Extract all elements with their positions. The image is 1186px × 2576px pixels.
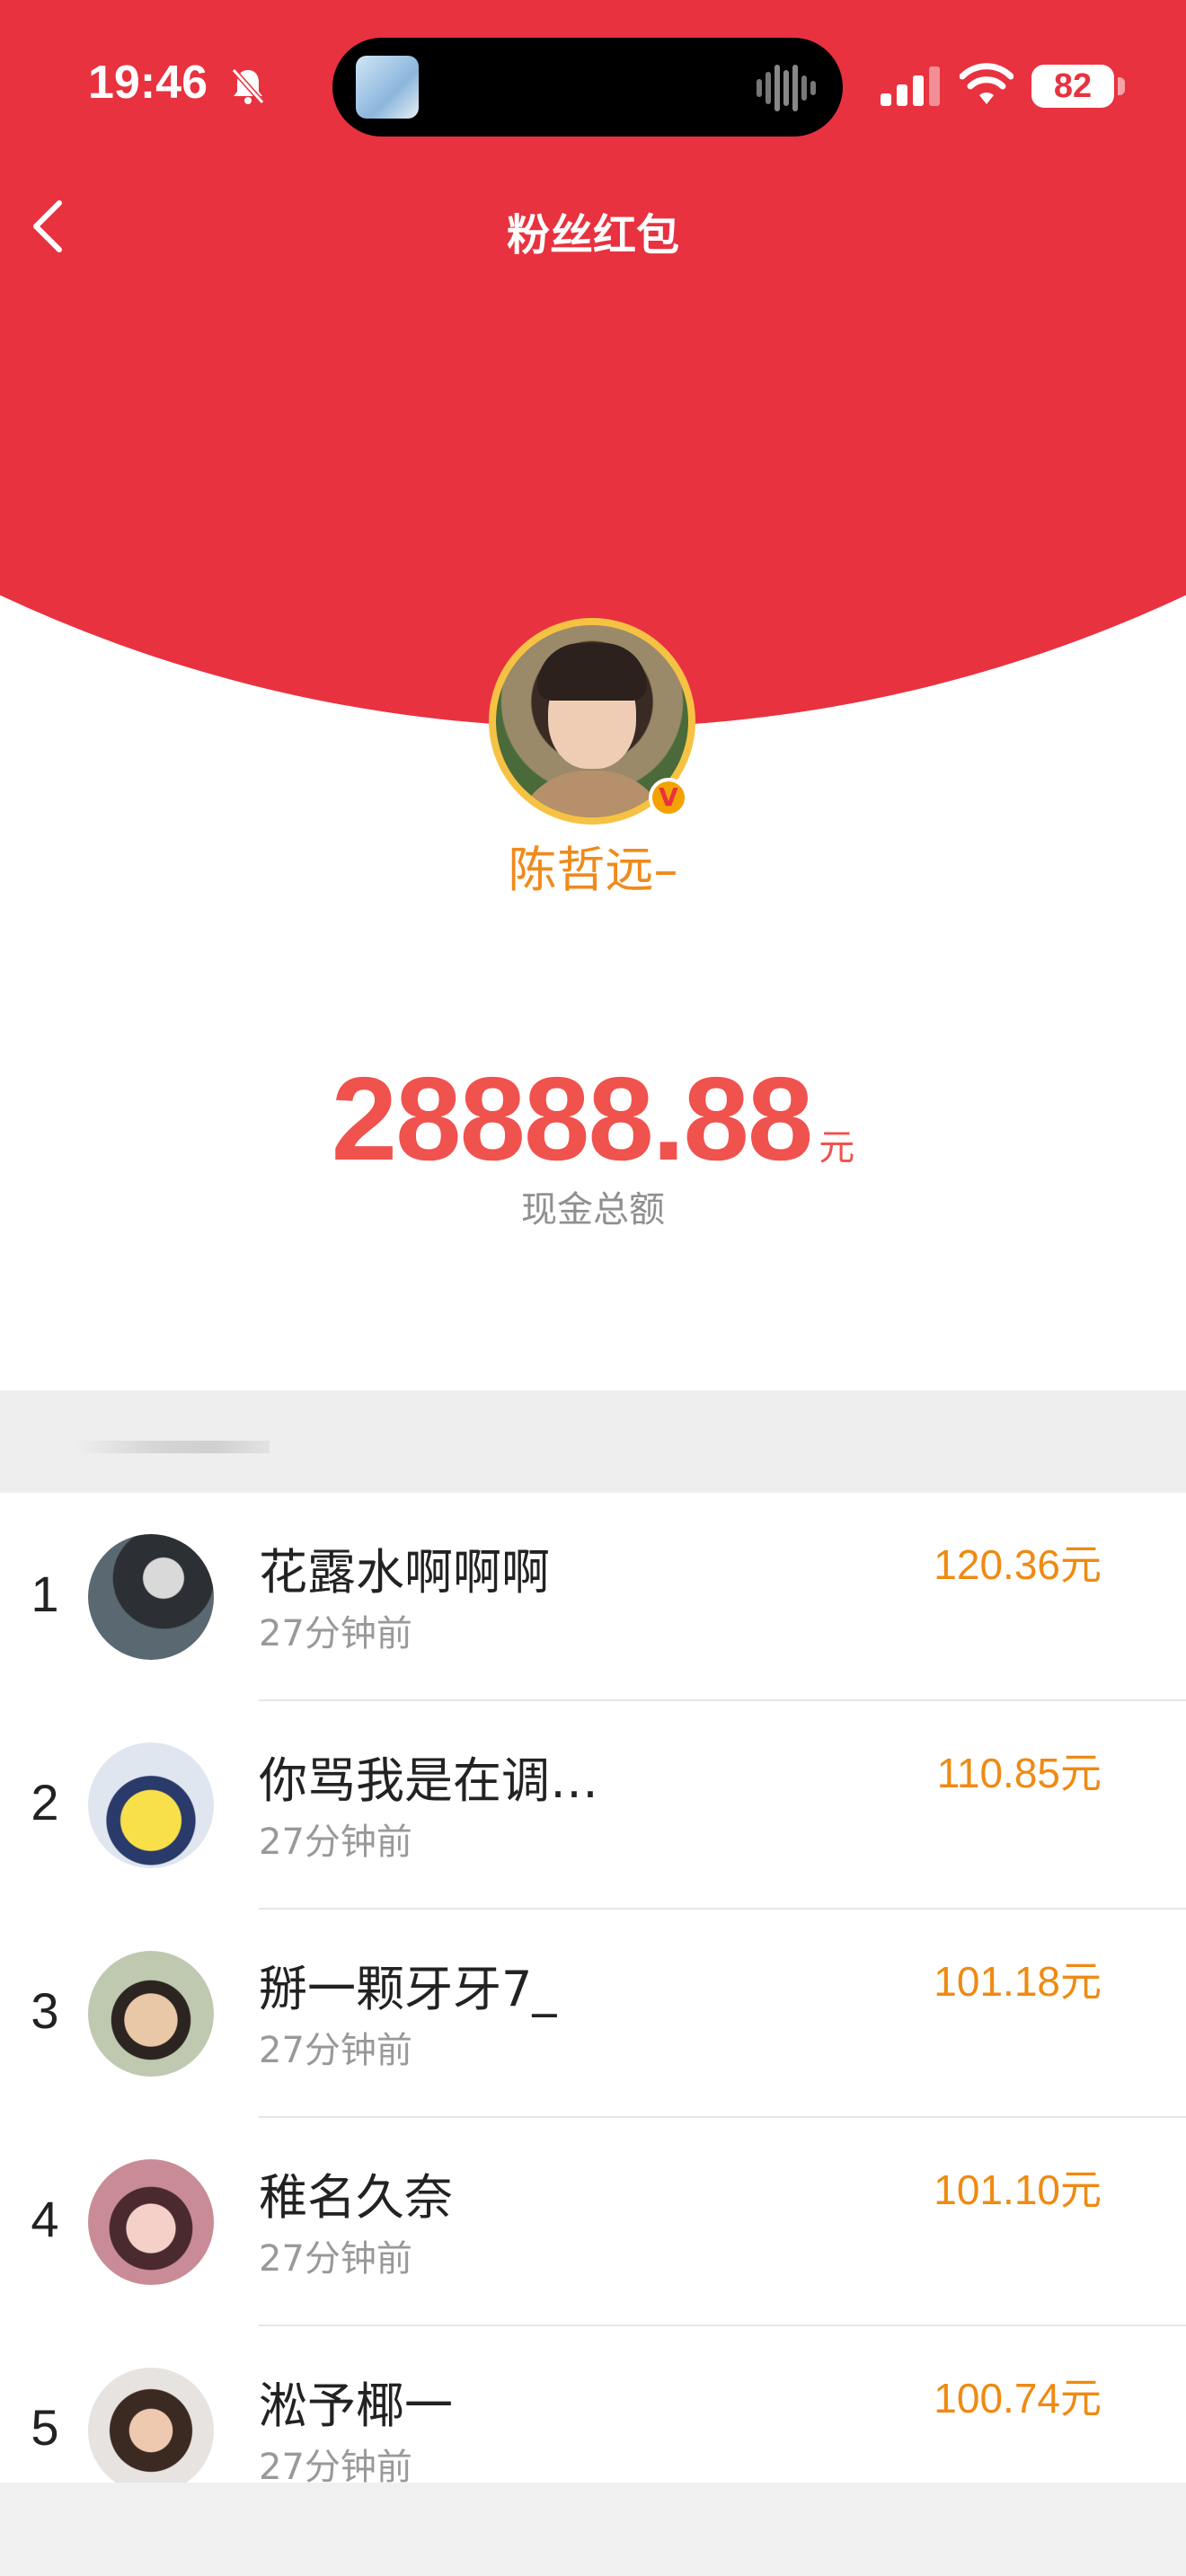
- avatar-shirt: [514, 771, 670, 817]
- user-name: 花露水啊啊啊: [259, 1544, 550, 1601]
- user-avatar[interactable]: [88, 1742, 214, 1868]
- claim-time: 27分钟前: [259, 1822, 412, 1863]
- user-name: 稚名久奈: [259, 2169, 453, 2226]
- blurred-section-header: [75, 1441, 270, 1453]
- cellular-signal-icon: [881, 66, 940, 106]
- page-title: 粉丝红包: [506, 210, 679, 260]
- total-amount-unit: 元: [819, 1127, 855, 1169]
- dynamic-island: [332, 38, 843, 137]
- battery-tip: [1118, 77, 1125, 95]
- battery-indicator: 82: [1031, 65, 1114, 108]
- list-item[interactable]: 1 花露水啊啊啊 27分钟前 120.36元: [0, 1493, 1186, 1701]
- claim-time: 27分钟前: [259, 2238, 412, 2280]
- claim-amount: 100.74元: [934, 2375, 1102, 2422]
- rank-number: 1: [31, 1566, 59, 1622]
- list-item[interactable]: 4 稚名久奈 27分钟前 101.10元: [0, 2118, 1186, 2326]
- claim-amount: 120.36元: [934, 1541, 1102, 1588]
- verified-badge-icon: V: [649, 778, 688, 817]
- recipient-list: 1 花露水啊啊啊 27分钟前 120.36元 2 你骂我是在调… 27分钟前 1…: [0, 1493, 1186, 2535]
- user-name: 淞予椰一: [259, 2378, 453, 2434]
- rank-number: 5: [31, 2399, 59, 2456]
- total-amount-value: 28888.88: [331, 1053, 814, 1185]
- rank-number: 3: [31, 1982, 59, 2039]
- host-name[interactable]: 陈哲远–: [0, 830, 1186, 901]
- list-item[interactable]: 3 掰一颗牙牙7_ 27分钟前 101.18元: [0, 1910, 1186, 2118]
- rank-number: 4: [31, 2191, 59, 2247]
- avatar-hair: [537, 643, 647, 701]
- total-amount: 28888.88 元: [0, 1051, 1186, 1187]
- claim-time: 27分钟前: [259, 2030, 412, 2071]
- user-name: 掰一颗牙牙7_: [259, 1961, 557, 2017]
- claim-time: 27分钟前: [259, 1613, 412, 1654]
- user-avatar[interactable]: [88, 2368, 214, 2493]
- claim-amount: 101.10元: [934, 2166, 1102, 2213]
- claim-amount: 110.85元: [936, 1750, 1102, 1796]
- user-name: 你骂我是在调…: [259, 1752, 598, 1809]
- wifi-icon: [960, 63, 1013, 104]
- now-playing-thumbnail: [356, 56, 419, 119]
- silent-bell-icon: [231, 68, 265, 104]
- user-avatar[interactable]: [88, 1534, 214, 1660]
- user-avatar[interactable]: [88, 2159, 214, 2285]
- bottom-safe-area: [0, 2483, 1186, 2576]
- rank-number: 2: [31, 1774, 59, 1831]
- status-time: 19:46: [88, 57, 208, 109]
- audio-wave-icon: [757, 65, 816, 111]
- total-amount-label: 现金总额: [521, 1189, 665, 1231]
- claim-amount: 101.18元: [934, 1958, 1102, 2005]
- user-avatar[interactable]: [88, 1951, 214, 2077]
- list-item[interactable]: 2 你骂我是在调… 27分钟前 110.85元: [0, 1701, 1186, 1910]
